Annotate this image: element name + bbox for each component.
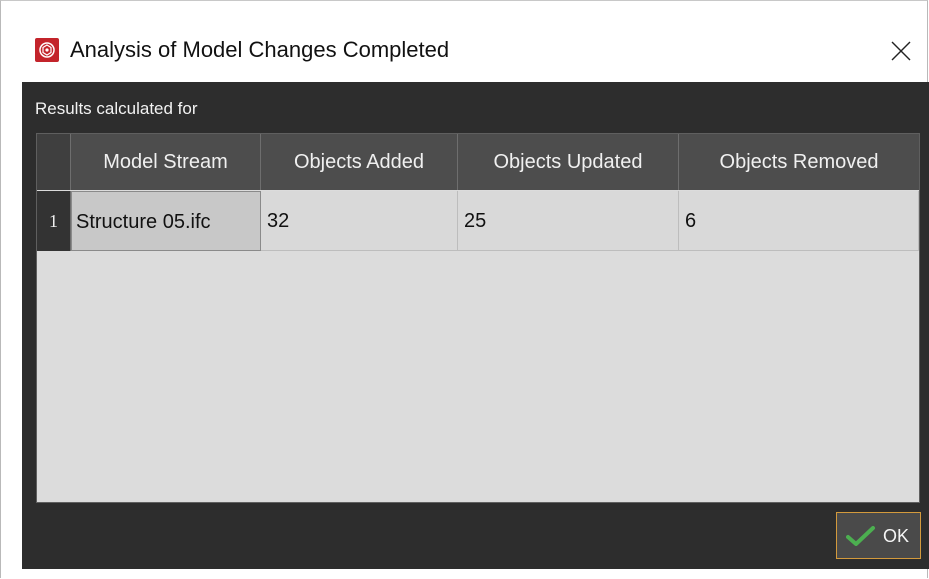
cell-objects-added[interactable]: 32 [261,191,458,251]
ok-label: OK [883,526,910,546]
checkmark-icon [846,526,875,546]
column-header-objects-added[interactable]: Objects Added [261,134,458,190]
table-corner [37,134,71,190]
close-icon [891,41,911,61]
results-table: Model Stream Objects Added Objects Updat… [36,133,920,503]
dialog-body: Results calculated for Model Stream Obje… [22,82,929,569]
ok-button[interactable]: OK [836,512,921,559]
close-button[interactable] [881,31,921,71]
cell-objects-removed[interactable]: 6 [679,191,919,251]
cell-model-stream[interactable]: Structure 05.ifc [71,191,261,251]
cell-objects-updated[interactable]: 25 [458,191,679,251]
column-header-model-stream[interactable]: Model Stream [71,134,261,190]
title-bar: Analysis of Model Changes Completed [1,1,927,81]
row-header-1[interactable]: 1 [37,191,71,251]
results-label: Results calculated for [35,99,198,118]
column-header-objects-removed[interactable]: Objects Removed [679,134,919,190]
window-title: Analysis of Model Changes Completed [70,37,450,62]
dialog-window: Analysis of Model Changes Completed Resu… [0,0,929,578]
column-header-objects-updated[interactable]: Objects Updated [458,134,679,190]
app-logo-icon [35,38,59,62]
